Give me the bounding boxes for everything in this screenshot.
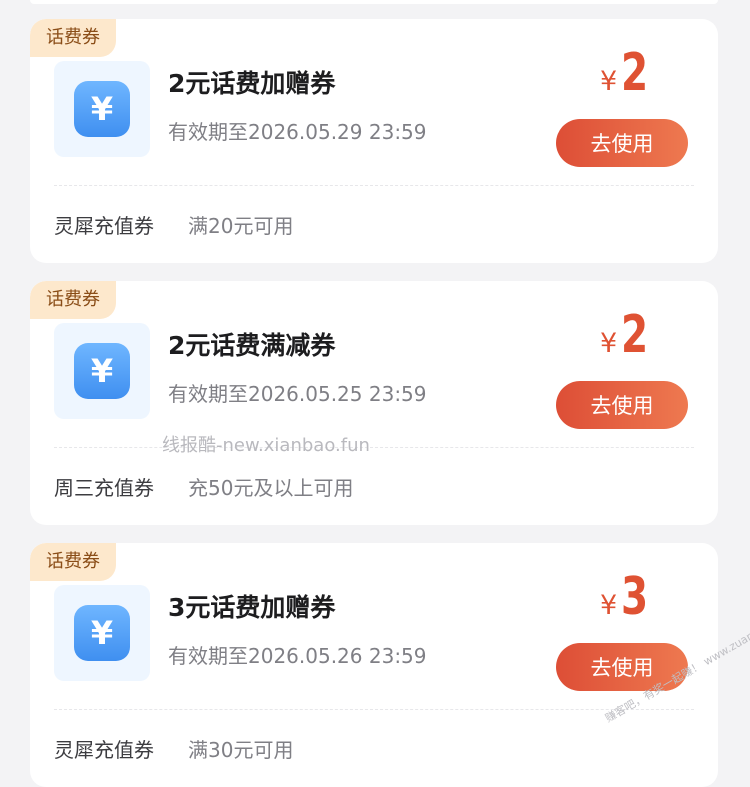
dashed-divider [54,447,694,448]
coupon-icon-box: ¥ [54,61,150,157]
coupon-validity: 有效期至2026.05.29 23:59 [168,120,427,144]
coupon-type-tag: 话费券 [30,19,116,57]
coupon-condition: 充50元及以上可用 [188,476,354,500]
coupon-card: 话费券 ¥ 3元话费加赠券 有效期至2026.05.26 23:59 ¥3 去使… [30,543,718,787]
coupon-card: 话费券 ¥ 2元话费加赠券 有效期至2026.05.29 23:59 ¥2 去使… [30,19,718,263]
coupon-amount: 3 [621,567,649,627]
coupon-type-tag: 话费券 [30,281,116,319]
yuan-icon: ¥ [74,343,130,399]
coupon-price: ¥3 [600,565,657,631]
yuan-icon: ¥ [74,605,130,661]
coupon-card: 话费券 ¥ 2元话费满减券 有效期至2026.05.25 23:59 ¥2 去使… [30,281,718,525]
currency-symbol: ¥ [600,590,618,621]
coupon-type-tag: 话费券 [30,543,116,581]
use-coupon-button[interactable]: 去使用 [556,381,688,429]
coupon-title: 2元话费满减券 [168,331,336,360]
currency-symbol: ¥ [600,328,618,359]
coupon-price: ¥2 [600,303,657,369]
coupon-icon-box: ¥ [54,323,150,419]
coupon-price: ¥2 [600,41,657,107]
coupon-condition: 满20元可用 [188,214,294,238]
coupon-source: 灵犀充值券 [54,214,154,238]
coupon-validity: 有效期至2026.05.26 23:59 [168,644,427,668]
coupon-title: 3元话费加赠券 [168,593,336,622]
coupon-title: 2元话费加赠券 [168,69,336,98]
use-coupon-button[interactable]: 去使用 [556,119,688,167]
coupon-source: 周三充值券 [54,476,154,500]
watermark-text: 线报酷-new.xianbao.fun [162,435,370,456]
coupon-amount: 2 [621,305,649,365]
dashed-divider [54,709,694,710]
coupon-amount: 2 [621,43,649,103]
dashed-divider [54,185,694,186]
coupon-icon-box: ¥ [54,585,150,681]
coupon-source: 灵犀充值券 [54,738,154,762]
yuan-icon: ¥ [74,81,130,137]
previous-card-edge [30,0,718,4]
coupon-condition: 满30元可用 [188,738,294,762]
coupon-validity: 有效期至2026.05.25 23:59 [168,382,427,406]
currency-symbol: ¥ [600,66,618,97]
